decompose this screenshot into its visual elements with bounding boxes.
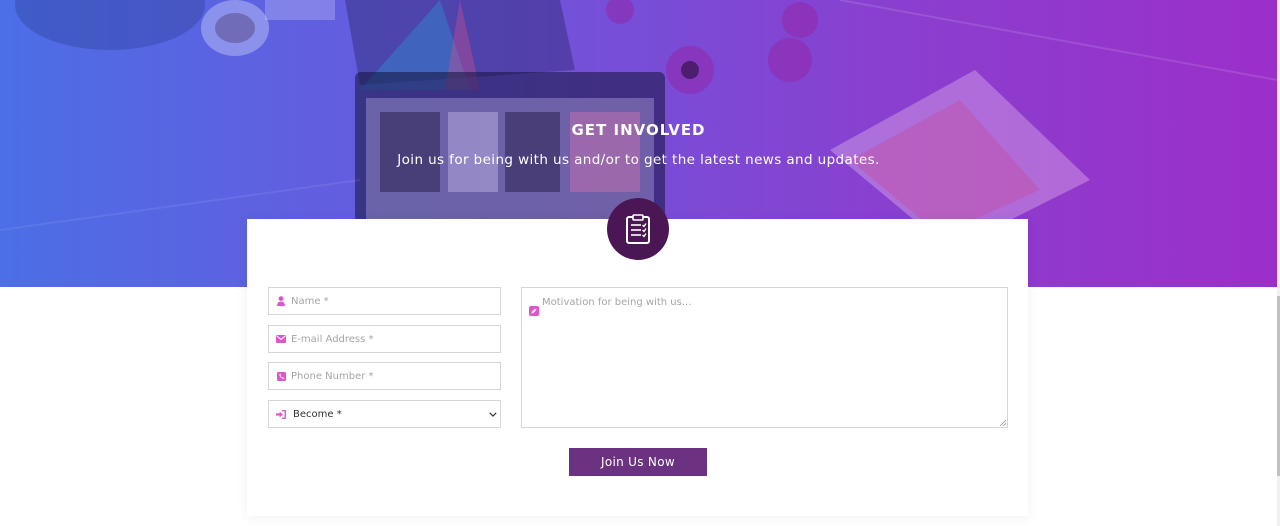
resize-grip-icon[interactable] [999, 419, 1006, 426]
section-subtitle: Join us for being with us and/or to get … [397, 152, 880, 168]
edit-icon [529, 301, 539, 316]
email-field[interactable] [268, 325, 501, 353]
phone-field[interactable] [268, 362, 501, 390]
phone-input[interactable] [291, 366, 491, 386]
envelope-icon [276, 334, 286, 344]
sign-in-icon [276, 409, 286, 419]
name-field[interactable] [268, 287, 501, 315]
email-input[interactable] [291, 329, 491, 349]
become-selected-value: Become * [293, 408, 342, 420]
phone-icon [276, 371, 286, 381]
join-us-button[interactable]: Join Us Now [569, 448, 707, 476]
form-badge [607, 198, 669, 260]
become-select[interactable]: Become * [268, 400, 501, 428]
chevron-down-icon [486, 401, 500, 427]
motivation-textarea[interactable] [542, 297, 1002, 421]
clipboard-list-icon [626, 214, 650, 244]
motivation-field[interactable] [521, 287, 1008, 428]
section-title: GET INVOLVED [571, 121, 706, 139]
name-input[interactable] [291, 291, 491, 311]
user-icon [276, 296, 286, 306]
